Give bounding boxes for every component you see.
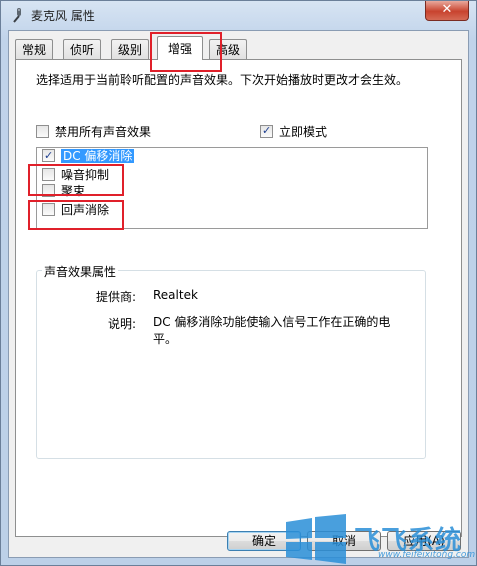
effect-item-dc-offset[interactable]: DC 偏移消除 bbox=[42, 148, 135, 165]
checkbox-box[interactable] bbox=[42, 203, 55, 216]
watermark-url: www.feifeixitong.com bbox=[378, 550, 476, 560]
disable-all-effects-checkbox[interactable]: 禁用所有声音效果 bbox=[36, 124, 151, 140]
description-label: 说明: bbox=[107, 317, 136, 331]
title-bar[interactable]: 麦克风 属性 ✕ bbox=[1, 1, 476, 29]
checkbox-box[interactable] bbox=[42, 184, 55, 197]
description-value: DC 偏移消除功能使输入信号工作在正确的电平。 bbox=[153, 315, 391, 346]
dialog-client-area: 常规 侦听 级别 增强 高级 选择适用于当前聆听配置的声音效果。下次开始播放时更… bbox=[8, 30, 469, 558]
effect-item-beamforming[interactable]: 聚束 bbox=[42, 183, 85, 200]
tab-listen[interactable]: 侦听 bbox=[63, 39, 102, 59]
disable-all-label: 禁用所有声音效果 bbox=[55, 125, 152, 139]
tab-levels[interactable]: 级别 bbox=[111, 39, 150, 59]
close-icon: ✕ bbox=[441, 2, 453, 17]
immediate-mode-checkbox[interactable]: 立即模式 bbox=[260, 123, 328, 140]
checkbox-box[interactable] bbox=[260, 123, 273, 139]
tab-advanced[interactable]: 高级 bbox=[209, 39, 248, 59]
tab-general[interactable]: 常规 bbox=[15, 39, 54, 59]
properties-window: 麦克风 属性 ✕ 常规 侦听 级别 增强 高级 选择适用于当前聆听配置的声音效果… bbox=[0, 0, 477, 566]
effect-label: 回声消除 bbox=[61, 203, 110, 217]
effect-label: DC 偏移消除 bbox=[61, 149, 135, 163]
close-button[interactable]: ✕ bbox=[425, 1, 469, 21]
effect-label: 聚束 bbox=[61, 184, 86, 198]
enhancements-panel: 选择适用于当前聆听配置的声音效果。下次开始播放时更改才会生效。 禁用所有声音效果… bbox=[15, 59, 462, 537]
site-watermark: 飞飞系统 www.feifeixitong.com bbox=[280, 512, 477, 566]
effects-list[interactable]: DC 偏移消除 噪音抑制 聚束 回声消除 bbox=[36, 147, 428, 229]
tab-enhancements[interactable]: 增强 bbox=[157, 36, 204, 60]
panel-description: 选择适用于当前聆听配置的声音效果。下次开始播放时更改才会生效。 bbox=[36, 73, 409, 87]
effect-label: 噪音抑制 bbox=[61, 168, 110, 182]
effect-properties-title: 声音效果属性 bbox=[42, 263, 119, 280]
provider-label: 提供商: bbox=[95, 290, 136, 304]
effect-item-noise-suppression[interactable]: 噪音抑制 bbox=[42, 167, 109, 184]
checkbox-box[interactable] bbox=[42, 148, 55, 164]
effect-item-echo-cancellation[interactable]: 回声消除 bbox=[42, 202, 109, 219]
checkbox-box[interactable] bbox=[42, 168, 55, 181]
window-title: 麦克风 属性 bbox=[31, 9, 95, 23]
provider-value: Realtek bbox=[153, 288, 198, 302]
microphone-icon bbox=[13, 8, 21, 23]
checkbox-box[interactable] bbox=[36, 125, 49, 138]
immediate-mode-label: 立即模式 bbox=[279, 125, 328, 139]
windows-logo-icon bbox=[286, 514, 346, 564]
